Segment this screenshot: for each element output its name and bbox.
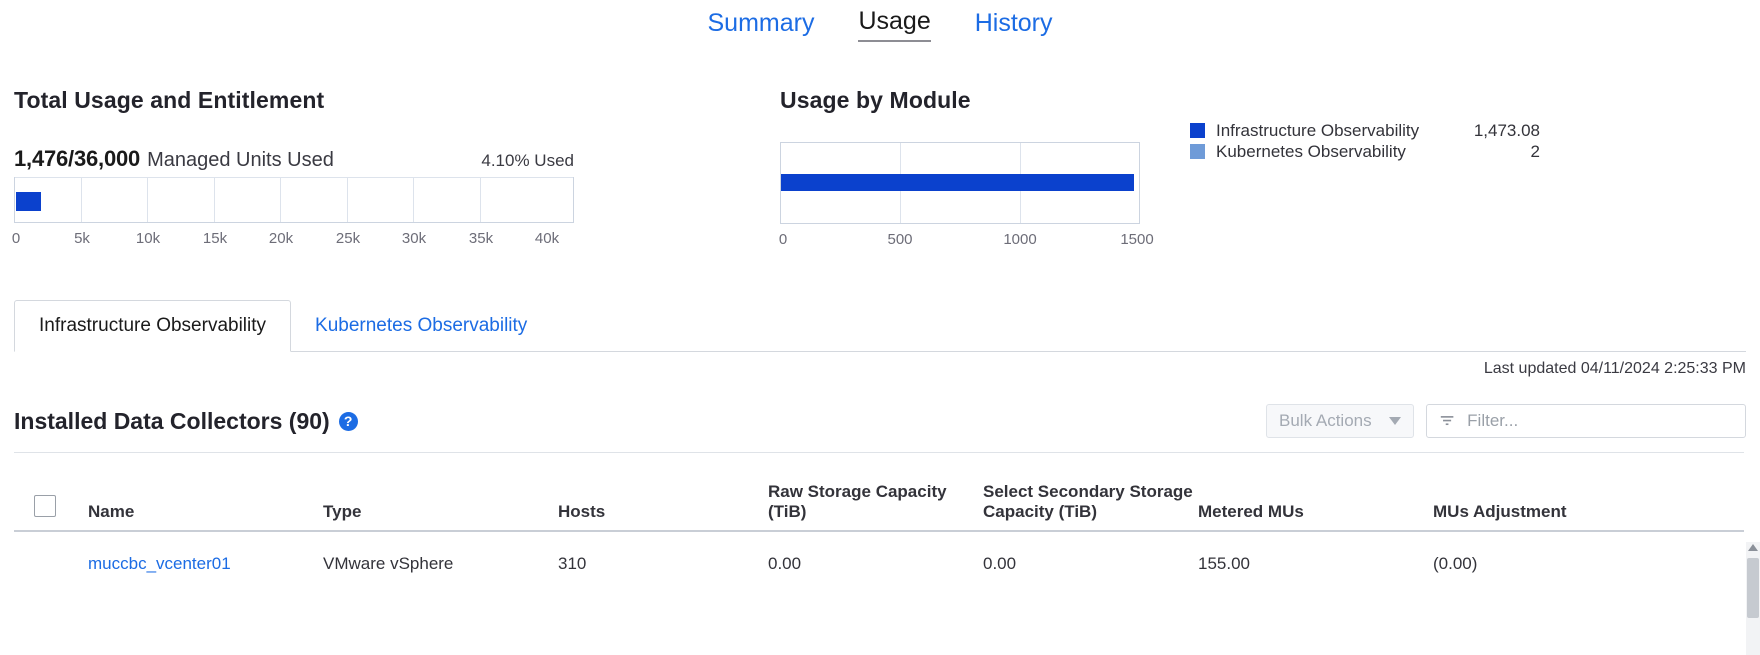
cell-secondary-storage: 0.00 — [983, 531, 1198, 574]
total-usage-panel: Total Usage and Entitlement 1,476/36,000… — [14, 87, 574, 252]
help-icon[interactable]: ? — [339, 412, 358, 431]
table-body: muccbc_vcenter01 VMware vSphere 310 0.00… — [14, 531, 1744, 574]
x-tick-4: 20k — [269, 230, 293, 247]
select-all-checkbox[interactable] — [34, 495, 56, 517]
th-hosts[interactable]: Hosts — [558, 453, 768, 531]
filter-input[interactable] — [1465, 410, 1733, 432]
gridline — [480, 177, 481, 222]
x-tick-3: 15k — [203, 230, 227, 247]
legend-swatch-icon — [1190, 123, 1205, 138]
legend-label: Infrastructure Observability — [1216, 121, 1474, 141]
x-tick-0: 0 — [12, 230, 20, 247]
th-name[interactable]: Name — [88, 453, 323, 531]
total-usage-x-axis: 0 5k 10k 15k 20k 25k 30k 35k 40k — [14, 230, 574, 252]
th-metered-mus[interactable]: Metered MUs — [1198, 453, 1433, 531]
collectors-title: Installed Data Collectors (90) — [14, 408, 330, 435]
x-tick-2: 10k — [136, 230, 160, 247]
th-raw-storage-capacity[interactable]: Raw Storage Capacity (TiB) — [768, 453, 983, 531]
cell-mus-adjustment: (0.00) — [1433, 531, 1744, 574]
scroll-up-arrow-icon[interactable] — [1748, 544, 1758, 551]
cell-metered-mus: 155.00 — [1198, 531, 1433, 574]
percent-used-label: 4.10% Used — [481, 151, 574, 171]
total-usage-title: Total Usage and Entitlement — [14, 87, 574, 114]
th-select-all — [14, 453, 88, 531]
x-tick-6: 30k — [402, 230, 426, 247]
legend-value: 2 — [1531, 142, 1540, 162]
managed-units-label: Managed Units Used — [147, 149, 334, 172]
total-usage-bar-chart — [14, 177, 574, 223]
gridline — [214, 177, 215, 222]
subtab-infrastructure-observability[interactable]: Infrastructure Observability — [14, 300, 291, 352]
x-tick-7: 35k — [469, 230, 493, 247]
th-mus-adjustment[interactable]: MUs Adjustment — [1433, 453, 1744, 531]
gridline — [81, 177, 82, 222]
subtab-kubernetes-observability[interactable]: Kubernetes Observability — [291, 300, 551, 351]
primary-tab-bar: Summary Usage History — [0, 0, 1760, 42]
usage-by-module-bar-chart — [780, 142, 1140, 224]
gridline — [147, 177, 148, 222]
legend-item-kubernetes-observability[interactable]: Kubernetes Observability 2 — [1190, 141, 1540, 162]
legend-swatch-icon — [1190, 144, 1205, 159]
x-tick-3: 1500 — [1120, 231, 1153, 248]
total-usage-bar — [16, 192, 41, 211]
filter-box[interactable] — [1426, 404, 1746, 438]
bulk-actions-button[interactable]: Bulk Actions — [1266, 404, 1414, 438]
usage-by-module-title: Usage by Module — [780, 87, 1760, 114]
collectors-table-container: Name Type Hosts Raw Storage Capacity (Ti… — [14, 452, 1760, 655]
bulk-actions-label: Bulk Actions — [1279, 411, 1372, 431]
tab-summary[interactable]: Summary — [707, 8, 814, 42]
cell-select — [14, 531, 88, 574]
collectors-header: Installed Data Collectors (90) ? Bulk Ac… — [14, 400, 1746, 442]
chevron-down-icon — [1389, 417, 1401, 425]
th-type[interactable]: Type — [323, 453, 558, 531]
table-row[interactable]: muccbc_vcenter01 VMware vSphere 310 0.00… — [14, 531, 1744, 574]
charts-region: Total Usage and Entitlement 1,476/36,000… — [0, 42, 1760, 292]
table-header-row: Name Type Hosts Raw Storage Capacity (Ti… — [14, 453, 1744, 531]
scrollbar-thumb[interactable] — [1747, 558, 1759, 618]
x-tick-1: 5k — [74, 230, 90, 247]
last-updated-text: Last updated 04/11/2024 2:25:33 PM — [1484, 360, 1746, 378]
cell-name: muccbc_vcenter01 — [88, 531, 323, 574]
x-tick-1: 500 — [887, 231, 912, 248]
collectors-toolbar: Bulk Actions — [1266, 404, 1746, 438]
x-tick-8: 40k — [535, 230, 559, 247]
gridline — [280, 177, 281, 222]
filter-icon — [1439, 412, 1455, 430]
module-bar-infrastructure-observability — [781, 174, 1134, 191]
legend-item-infrastructure-observability[interactable]: Infrastructure Observability 1,473.08 — [1190, 120, 1540, 141]
collectors-table: Name Type Hosts Raw Storage Capacity (Ti… — [14, 452, 1744, 574]
table-vertical-scrollbar[interactable] — [1746, 542, 1760, 655]
legend-label: Kubernetes Observability — [1216, 142, 1531, 162]
total-usage-headline: 1,476/36,000 Managed Units Used 4.10% Us… — [14, 146, 574, 172]
usage-by-module-panel: Usage by Module 0 500 1000 1500 Infrastr… — [780, 87, 1760, 253]
collector-name-link[interactable]: muccbc_vcenter01 — [88, 554, 231, 573]
tab-history[interactable]: History — [975, 8, 1053, 42]
chart-top-axis-line — [15, 177, 573, 178]
managed-units-value: 1,476/36,000 — [14, 146, 140, 172]
gridline — [347, 177, 348, 222]
x-tick-0: 0 — [779, 231, 787, 248]
gridline — [413, 177, 414, 222]
th-select-secondary-storage-capacity[interactable]: Select Secondary Storage Capacity (TiB) — [983, 453, 1198, 531]
module-tab-bar: Infrastructure Observability Kubernetes … — [14, 300, 1746, 352]
cell-raw-storage: 0.00 — [768, 531, 983, 574]
legend-value: 1,473.08 — [1474, 121, 1540, 141]
usage-by-module-legend: Infrastructure Observability 1,473.08 Ku… — [1190, 120, 1540, 162]
tab-usage[interactable]: Usage — [858, 6, 930, 42]
table-header: Name Type Hosts Raw Storage Capacity (Ti… — [14, 453, 1744, 531]
usage-by-module-x-axis: 0 500 1000 1500 — [780, 231, 1140, 253]
cell-type: VMware vSphere — [323, 531, 558, 574]
cell-hosts: 310 — [558, 531, 768, 574]
x-tick-2: 1000 — [1003, 231, 1036, 248]
x-tick-5: 25k — [336, 230, 360, 247]
